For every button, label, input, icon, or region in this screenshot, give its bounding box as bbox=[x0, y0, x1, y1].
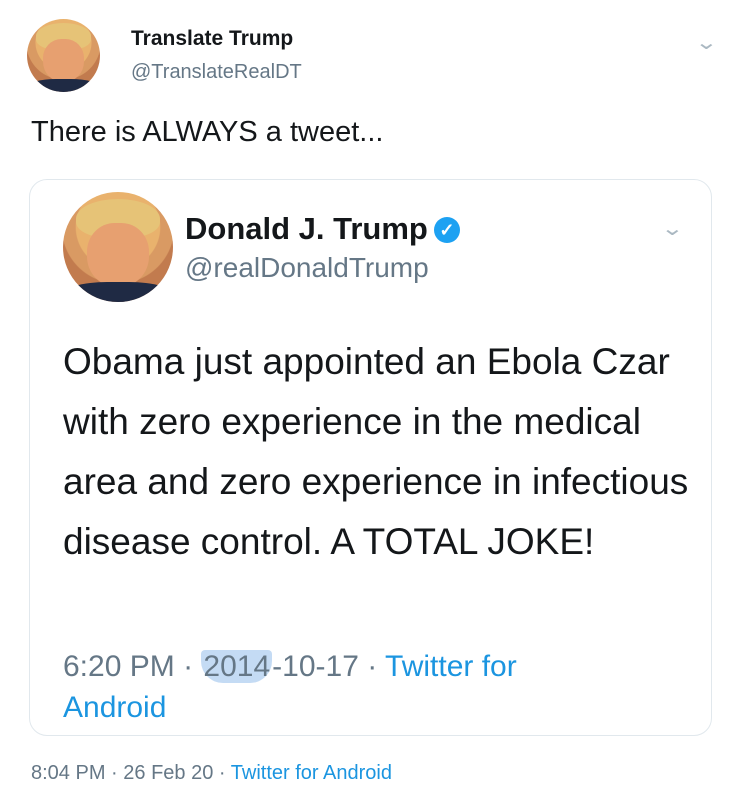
avatar[interactable] bbox=[63, 192, 173, 302]
source-line-1[interactable]: Twitter for bbox=[385, 650, 517, 683]
author-handle[interactable]: @TranslateRealDT bbox=[131, 61, 302, 84]
quoted-author-handle[interactable]: @realDonaldTrump bbox=[185, 252, 429, 284]
verified-badge-icon: ✓ bbox=[433, 217, 460, 243]
quoted-author-name[interactable]: Donald J. Trump bbox=[185, 211, 428, 246]
separator: · bbox=[367, 650, 378, 683]
source-line-2[interactable]: Android bbox=[63, 691, 166, 724]
quoted-tweet-meta: 6:20 PM · 2014-10-17 · Twitter for Androi… bbox=[63, 646, 663, 728]
quoted-tweet-date-rest[interactable]: -10-17 bbox=[272, 650, 359, 683]
avatar-suit bbox=[63, 282, 173, 302]
avatar-face bbox=[87, 222, 149, 287]
quoted-tweet-text: Obama just appointed an Ebola Czar with … bbox=[63, 341, 689, 562]
avatar-suit bbox=[27, 78, 100, 92]
quoted-tweet-time[interactable]: 6:20 PM bbox=[63, 650, 175, 683]
chevron-down-icon[interactable]: ⌄ bbox=[695, 30, 718, 55]
author-name[interactable]: Translate Trump bbox=[131, 27, 293, 51]
tweet-meta: 8:04 PM · 26 Feb 20 · Twitter for Androi… bbox=[31, 762, 392, 785]
avatar[interactable] bbox=[27, 19, 100, 92]
tweet-source[interactable]: Twitter for Android bbox=[231, 762, 392, 784]
chevron-down-icon[interactable]: ⌄ bbox=[661, 216, 684, 241]
separator: · bbox=[111, 762, 118, 784]
quoted-tweet-card[interactable]: Donald J. Trump ✓ @realDonaldTrump ⌄ Obam… bbox=[29, 179, 712, 736]
quoted-author-name-row: Donald J. Trump ✓ bbox=[185, 211, 460, 247]
tweet-time[interactable]: 8:04 PM bbox=[31, 762, 105, 784]
separator: · bbox=[183, 650, 194, 683]
tweet-text: There is ALWAYS a tweet... bbox=[31, 116, 384, 148]
quoted-tweet-date-year[interactable]: 2014 bbox=[201, 650, 273, 683]
tweet-date[interactable]: 26 Feb 20 bbox=[123, 762, 213, 784]
separator: · bbox=[218, 762, 226, 784]
avatar-face bbox=[43, 39, 84, 82]
